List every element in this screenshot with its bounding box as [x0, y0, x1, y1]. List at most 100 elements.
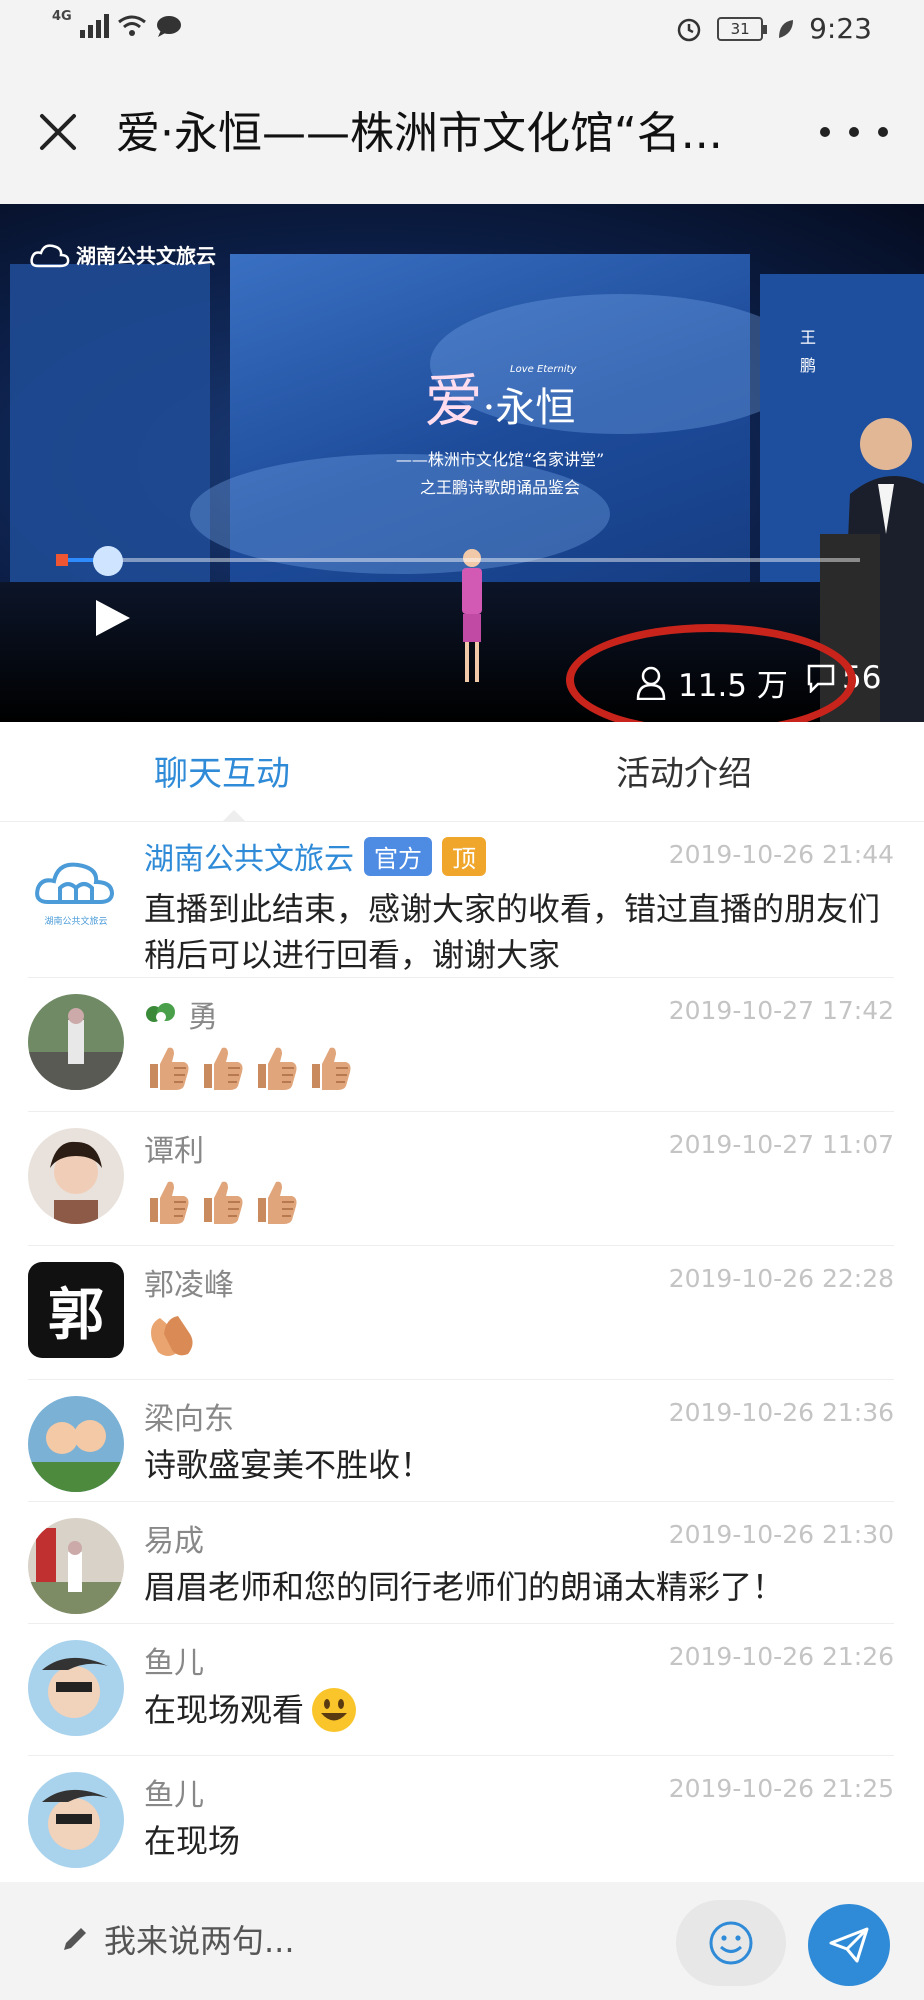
message-author: 谭利 — [144, 1134, 204, 1169]
close-button[interactable] — [30, 104, 86, 160]
message-time: 2019-10-26 21:44 — [668, 840, 894, 869]
avatar — [28, 1640, 124, 1736]
pencil-icon — [64, 1928, 86, 1950]
comment-input[interactable]: 我来说两句... — [60, 1916, 295, 1962]
send-icon — [829, 1927, 869, 1963]
message-author: 郭凌峰 — [144, 1268, 234, 1303]
play-button[interactable] — [90, 596, 134, 640]
message-emojis — [144, 1042, 894, 1092]
message-author: 鱼儿 — [144, 1778, 204, 1813]
chat-message: 谭利 2019-10-27 11:07 — [0, 1112, 924, 1246]
official-badge: 官方 — [364, 836, 432, 876]
comment-input-placeholder: 我来说两句... — [104, 1922, 295, 1960]
thumbs-up-emoji-icon — [150, 1047, 189, 1090]
chat-message: 湖南公共文旅云 湖南公共文旅云 官方 顶 2019-10-26 21:44 直播… — [0, 822, 924, 978]
message-text: 在现场观看 — [144, 1686, 894, 1734]
avatar — [28, 994, 124, 1090]
message-time: 2019-10-27 11:07 — [668, 1130, 894, 1159]
more-dot-icon — [849, 127, 859, 137]
stage-subtitle-1: ——株洲市文化馆“名家讲堂” — [395, 450, 605, 469]
battery-icon: 31 — [717, 16, 768, 41]
message-author: 梁向东 — [144, 1402, 234, 1437]
stage-title-main: 爱·永恒 — [424, 367, 576, 435]
message-emojis — [144, 1176, 894, 1226]
tab-bar: 聊天互动 活动介绍 — [0, 722, 924, 822]
network-type: 4G — [52, 8, 72, 24]
thumbs-up-emoji-icon — [312, 1047, 351, 1090]
status-right: 31 9:23 — [675, 12, 872, 45]
avatar — [28, 1396, 124, 1492]
alarm-icon — [677, 18, 701, 41]
clock: 9:23 — [809, 12, 872, 45]
brand-name: 湖南公共文旅云 — [76, 244, 216, 268]
emoji-button[interactable] — [676, 1900, 786, 1986]
message-time: 2019-10-26 21:36 — [668, 1398, 894, 1427]
stage-title-en: Love Eternity — [510, 364, 577, 375]
tab-activity-intro[interactable]: 活动介绍 — [616, 746, 752, 795]
more-dot-icon — [878, 127, 888, 137]
page-title: 爱·永恒——株洲市文化馆“名... — [116, 108, 723, 159]
more-dot-icon — [820, 127, 830, 137]
message-text: 诗歌盛宴美不胜收！ — [144, 1446, 433, 1484]
chat-message: 鱼儿 2019-10-26 21:26 在现场观看 — [0, 1624, 924, 1756]
chat-message: 鱼儿 2019-10-26 21:25 在现场 — [0, 1756, 924, 1880]
message-time: 2019-10-26 21:26 — [668, 1642, 894, 1671]
tab-chat[interactable]: 聊天互动 — [154, 746, 290, 795]
cloud-logo-icon — [30, 243, 70, 267]
message-icon — [156, 16, 181, 37]
chat-message: 郭 郭凌峰 2019-10-26 22:28 — [0, 1246, 924, 1380]
message-time: 2019-10-27 17:42 — [668, 996, 894, 1025]
avatar: 湖南公共文旅云 — [28, 840, 124, 936]
clapping-hands-emoji-icon — [151, 1316, 193, 1356]
thumbs-up-emoji-icon — [204, 1047, 243, 1090]
close-icon — [40, 114, 76, 150]
more-options-button[interactable] — [814, 104, 894, 160]
avatar: 郭 — [28, 1262, 124, 1358]
progress-bar[interactable] — [60, 558, 860, 562]
thumbs-up-emoji-icon — [258, 1047, 297, 1090]
title-bar: 爱·永恒——株洲市文化馆“名... — [0, 64, 924, 204]
brand-logo: 湖南公共文旅云 — [30, 240, 216, 269]
wifi-icon — [117, 15, 146, 36]
pinned-badge: 顶 — [442, 836, 486, 876]
thumbs-up-emoji-icon — [258, 1181, 297, 1224]
live-indicator — [56, 554, 68, 566]
chat-message: 易成 2019-10-26 21:30 眉眉老师和您的同行老师们的朗诵太精彩了！ — [0, 1502, 924, 1624]
stage-title: 爱·永恒 Love Eternity ——株洲市文化馆“名家讲堂” 之王鹏诗歌朗… — [360, 354, 640, 498]
play-icon — [96, 600, 130, 636]
chat-message: 梁向东 2019-10-26 21:36 诗歌盛宴美不胜收！ — [0, 1380, 924, 1502]
thumbs-up-emoji-icon — [150, 1181, 189, 1224]
message-author: 易成 — [144, 1524, 204, 1559]
avatar — [28, 1772, 124, 1868]
video-player[interactable]: 湖南公共文旅云 爱·永恒 Love Eternity ——株洲市文化馆“名家讲堂… — [0, 204, 924, 722]
leaf-icon — [779, 19, 794, 38]
message-author: 勇 — [144, 992, 218, 1036]
message-time: 2019-10-26 21:30 — [668, 1520, 894, 1549]
status-left: 4G — [52, 9, 183, 38]
stage-subtitle-2: 之王鹏诗歌朗诵品鉴会 — [419, 478, 580, 497]
speaker-name: 王鹏 — [800, 328, 817, 375]
send-button[interactable] — [808, 1904, 890, 1986]
signal-icon — [79, 14, 109, 38]
chat-list[interactable]: 湖南公共文旅云 湖南公共文旅云 官方 顶 2019-10-26 21:44 直播… — [0, 822, 924, 1882]
avatar — [28, 1128, 124, 1224]
message-author: 湖南公共文旅云 官方 顶 — [144, 834, 486, 878]
message-time: 2019-10-26 22:28 — [668, 1264, 894, 1293]
message-author: 鱼儿 — [144, 1646, 204, 1681]
smiley-icon — [709, 1921, 753, 1965]
message-emojis — [144, 1310, 894, 1360]
comment-input-bar: 我来说两句... — [0, 1882, 924, 2000]
avatar — [28, 1518, 124, 1614]
active-tab-indicator — [222, 810, 246, 822]
status-bar: 4G 31 9:23 — [0, 0, 924, 64]
flower-emoji-icon — [146, 1003, 175, 1022]
thumbs-up-emoji-icon — [204, 1181, 243, 1224]
svg-text:湖南公共文旅云: 湖南公共文旅云 — [44, 915, 107, 927]
progress-knob[interactable] — [93, 546, 123, 576]
message-text: 在现场 — [144, 1822, 241, 1860]
message-time: 2019-10-26 21:25 — [668, 1774, 894, 1803]
message-text: 直播到此结束，感谢大家的收看，错过直播的朋友们稍后可以进行回看，谢谢大家 — [144, 890, 881, 974]
message-text: 眉眉老师和您的同行老师们的朗诵太精彩了！ — [144, 1568, 785, 1606]
cloud-logo-icon: 湖南公共文旅云 — [35, 862, 115, 927]
smiley-emoji-icon — [312, 1688, 357, 1732]
